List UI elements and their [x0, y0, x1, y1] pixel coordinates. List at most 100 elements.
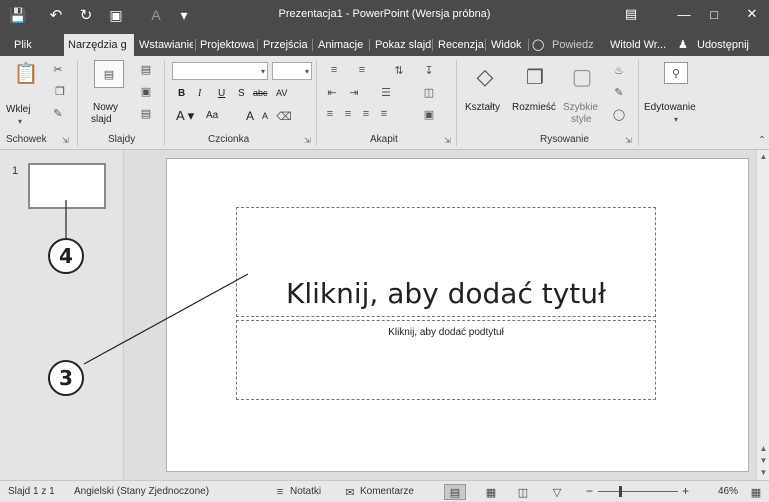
maximize-icon[interactable]: □ [700, 3, 728, 25]
tab-transitions[interactable]: Przejścia [259, 34, 311, 56]
previous-slide-icon[interactable]: ▲ [757, 444, 769, 453]
zoom-level[interactable]: 46% [718, 486, 738, 497]
comment-icon[interactable]: ✉ [344, 484, 356, 500]
bold-button[interactable]: B [178, 88, 185, 99]
search-icon[interactable]: ⚲ [664, 62, 688, 84]
slide-counter[interactable]: Slajd 1 z 1 [8, 486, 55, 497]
shapes-icon[interactable]: ◇ [470, 62, 500, 92]
align-center-icon[interactable]: ≡ [340, 106, 356, 122]
tab-view[interactable]: Widok [487, 34, 527, 56]
share-button[interactable]: Udostępnij [693, 34, 763, 56]
align-right-icon[interactable]: ≡ [358, 106, 374, 122]
chevron-down-icon[interactable]: ▾ [302, 64, 312, 78]
tab-animations[interactable]: Animacje [314, 34, 368, 56]
group-label-font: Czcionka [208, 134, 250, 145]
account-name[interactable]: Witold Wr... [606, 34, 672, 56]
arrange-icon[interactable]: ❐ [520, 62, 550, 92]
numbering-icon[interactable]: ≡ [350, 62, 374, 78]
font-color-button[interactable]: A ▾ [176, 108, 194, 124]
chevron-down-icon[interactable]: ▾ [14, 116, 26, 126]
subtitle-placeholder-text: Kliknij, aby dodać podtytuł [388, 327, 504, 338]
language-indicator[interactable]: Angielski (Stany Zjednoczone) [74, 486, 209, 497]
slide-sorter-icon[interactable]: ▦ [482, 484, 500, 500]
cut-icon[interactable]: ✂ [48, 60, 68, 78]
copy-icon[interactable]: ❐ [48, 82, 72, 100]
tab-insert[interactable]: Wstawianie [135, 34, 193, 56]
tab-review[interactable]: Recenzja [434, 34, 484, 56]
chevron-down-icon[interactable]: ▾ [258, 64, 268, 78]
tell-me-search[interactable]: Powiedz [548, 34, 598, 56]
subtitle-placeholder[interactable]: Kliknij, aby dodać podtytuł [236, 320, 656, 400]
zoom-slider-track[interactable] [598, 491, 678, 492]
character-spacing-button[interactable]: AV [276, 88, 287, 98]
format-painter-icon[interactable]: ✎ [48, 104, 68, 122]
zoom-out-button[interactable]: − [586, 484, 593, 498]
dialog-launcher-icon[interactable]: ⇲ [62, 136, 69, 145]
grow-font-button[interactable]: A [246, 109, 254, 123]
decrease-indent-icon[interactable]: ⇤ [322, 84, 342, 100]
chevron-down-icon[interactable]: ▾ [670, 114, 682, 124]
new-slide-label-2[interactable]: slajd [91, 114, 112, 125]
tab-file[interactable]: Plik [10, 34, 36, 56]
tab-drawing-tools[interactable]: Narzędzia g [64, 34, 134, 56]
dialog-launcher-icon[interactable]: ⇲ [304, 136, 311, 145]
dialog-launcher-icon[interactable]: ⇲ [625, 136, 632, 145]
align-left-icon[interactable]: ≡ [322, 106, 338, 122]
slide-thumbnail[interactable] [28, 163, 106, 209]
change-case-button[interactable]: Aa [206, 110, 218, 121]
new-slide-icon[interactable]: ▤ [94, 60, 124, 88]
shape-outline-icon[interactable]: ✎ [608, 84, 630, 100]
bullets-icon[interactable]: ≡ [322, 62, 346, 78]
increase-indent-icon[interactable]: ⇥ [344, 84, 364, 100]
comments-button[interactable]: Komentarze [360, 486, 414, 497]
clear-formatting-icon[interactable]: ⌫ [276, 108, 292, 124]
text-direction-icon[interactable]: ↧ [416, 62, 442, 78]
new-slide-label-1[interactable]: Nowy [93, 102, 118, 113]
section-icon[interactable]: ▤ [135, 104, 157, 122]
shrink-font-button[interactable]: A [262, 111, 268, 121]
zoom-slider-thumb[interactable] [619, 486, 622, 497]
slide-show-icon[interactable]: ▽ [548, 484, 566, 500]
arrange-button-label[interactable]: Rozmieść [512, 102, 556, 113]
title-placeholder[interactable]: Kliknij, aby dodać tytuł [236, 207, 656, 317]
normal-view-icon[interactable]: ▤ [444, 484, 466, 500]
columns-icon[interactable]: ☰ [374, 84, 398, 100]
smartart-icon[interactable]: ▣ [416, 106, 442, 122]
ribbon-display-options-icon[interactable]: ▤ [617, 3, 645, 25]
scroll-down-icon[interactable]: ▼ [757, 468, 769, 477]
notes-icon[interactable]: ≡ [274, 484, 286, 500]
minimize-icon[interactable]: — [670, 3, 698, 25]
group-separator [456, 60, 457, 146]
shapes-button-label[interactable]: Kształty [465, 102, 500, 113]
layout-icon[interactable]: ▤ [135, 60, 157, 78]
collapse-ribbon-icon[interactable]: ⌃ [756, 134, 768, 146]
scroll-up-icon[interactable]: ▲ [757, 152, 769, 161]
paste-button-label[interactable]: Wklej [6, 104, 30, 115]
italic-button[interactable]: I [198, 88, 201, 99]
quick-styles-icon[interactable]: ▢ [567, 62, 597, 92]
tab-design[interactable]: Projektowa [196, 34, 256, 56]
shape-effects-icon[interactable]: ◯ [608, 106, 630, 122]
dialog-launcher-icon[interactable]: ⇲ [444, 136, 451, 145]
align-text-icon[interactable]: ◫ [416, 84, 442, 100]
line-spacing-icon[interactable]: ⇅ [384, 62, 414, 78]
paste-icon[interactable]: 📋 [14, 60, 39, 86]
close-icon[interactable]: ✕ [738, 3, 766, 25]
notes-button[interactable]: Notatki [290, 486, 321, 497]
quick-styles-label-2[interactable]: style [571, 114, 592, 125]
underline-button[interactable]: U [218, 88, 225, 99]
justify-icon[interactable]: ≡ [376, 106, 392, 122]
vertical-scrollbar[interactable]: ▲ ▲ ▼ ▼ [756, 150, 769, 480]
shadow-button[interactable]: S [238, 88, 245, 99]
reset-icon[interactable]: ▣ [135, 82, 157, 100]
reading-view-icon[interactable]: ◫ [514, 484, 532, 500]
next-slide-icon[interactable]: ▼ [757, 456, 769, 465]
zoom-in-button[interactable]: + [682, 484, 689, 498]
strikethrough-button[interactable]: abc [253, 88, 268, 98]
shape-fill-icon[interactable]: ♨ [608, 62, 630, 78]
tab-slide-show[interactable]: Pokaz slajd [371, 34, 431, 56]
editing-button-label[interactable]: Edytowanie [644, 102, 696, 113]
quick-styles-label-1[interactable]: Szybkie [563, 102, 598, 113]
font-name-combobox[interactable] [172, 62, 268, 80]
fit-to-window-icon[interactable]: ▦ [748, 484, 764, 500]
